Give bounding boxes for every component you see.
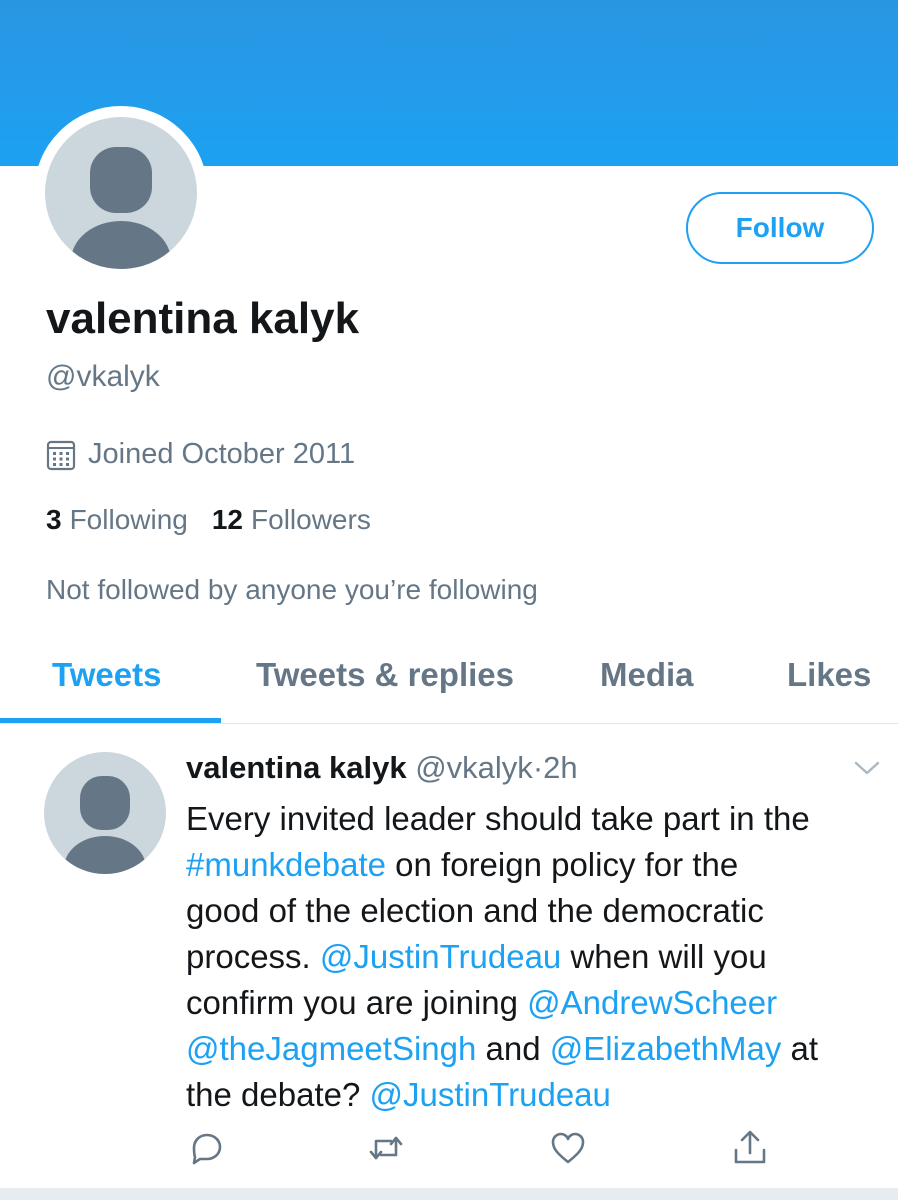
tweet-text-line: confirm you are joining @AndrewScheer bbox=[186, 980, 886, 1026]
tweet-text-segment: the debate? bbox=[186, 1076, 370, 1113]
follow-button[interactable]: Follow bbox=[686, 192, 874, 264]
timeline-divider bbox=[0, 1188, 898, 1200]
tweet-text-line: Every invited leader should take part in… bbox=[186, 796, 886, 842]
tweet-text-segment: good of the election and the democratic bbox=[186, 892, 764, 929]
tab-tweets-replies[interactable]: Tweets & replies bbox=[256, 656, 514, 694]
calendar-icon bbox=[46, 440, 76, 470]
tweet-author-handle[interactable]: @vkalyk bbox=[415, 750, 533, 785]
chevron-down-icon[interactable] bbox=[852, 756, 882, 780]
tweet-author-name[interactable]: valentina kalyk bbox=[186, 750, 407, 785]
profile-tabs: Tweets Tweets & replies Media Likes bbox=[0, 640, 898, 724]
heart-icon[interactable] bbox=[548, 1128, 588, 1168]
tweet-text-segment: on foreign policy for the bbox=[385, 846, 739, 883]
tweet-text-segment: process. bbox=[186, 938, 320, 975]
tweet-time[interactable]: 2h bbox=[543, 750, 577, 785]
profile-name: valentina kalyk bbox=[46, 294, 360, 343]
avatar-body-shape bbox=[64, 836, 146, 874]
following-link[interactable]: 3 Following bbox=[46, 504, 188, 536]
profile-handle: @vkalyk bbox=[46, 360, 160, 393]
tweet-text-segment: and bbox=[476, 1030, 550, 1067]
tweet-text-segment: when will you bbox=[561, 938, 767, 975]
tweet-text-segment: Every invited leader should take part in… bbox=[186, 800, 810, 837]
follow-stats: 3 Following 12 Followers bbox=[46, 504, 371, 536]
followers-link[interactable]: 12 Followers bbox=[212, 504, 371, 536]
tweet-text-line: process. @JustinTrudeau when will you bbox=[186, 934, 886, 980]
followers-label: Followers bbox=[251, 504, 371, 535]
tweet-text-line: good of the election and the democratic bbox=[186, 888, 886, 934]
followers-count: 12 bbox=[211, 504, 244, 535]
mention-link[interactable]: @JustinTrudeau bbox=[320, 938, 561, 975]
mention-link[interactable]: @AndrewScheer bbox=[527, 984, 777, 1021]
mention-link[interactable]: @ElizabethMay bbox=[550, 1030, 782, 1067]
retweet-icon[interactable] bbox=[366, 1128, 406, 1168]
tweet-text-line: #munkdebate on foreign policy for the bbox=[186, 842, 886, 888]
tweet-text: Every invited leader should take part in… bbox=[186, 796, 886, 1118]
tab-tweets[interactable]: Tweets bbox=[52, 656, 161, 694]
tweet-text-line: @theJagmeetSingh and @ElizabethMay at bbox=[186, 1026, 886, 1072]
joined-text: Joined October 2011 bbox=[88, 438, 356, 470]
tweet-text-segment: at bbox=[781, 1030, 819, 1067]
avatar-head-shape bbox=[80, 776, 130, 830]
mention-link[interactable]: @JustinTrudeau bbox=[370, 1076, 611, 1113]
mutual-followers-note: Not followed by anyone you’re following bbox=[46, 574, 538, 605]
mention-link[interactable]: @theJagmeetSingh bbox=[186, 1030, 476, 1067]
reply-icon[interactable] bbox=[186, 1128, 226, 1168]
tab-media[interactable]: Media bbox=[600, 656, 694, 694]
tweet-actions bbox=[0, 1128, 898, 1172]
tweet-avatar[interactable] bbox=[44, 752, 166, 874]
joined-date: Joined October 2011 bbox=[46, 438, 355, 471]
share-icon[interactable] bbox=[730, 1128, 770, 1168]
tab-likes[interactable]: Likes bbox=[787, 656, 871, 694]
profile-avatar[interactable] bbox=[45, 117, 197, 269]
following-count: 3 bbox=[46, 504, 62, 535]
avatar-body-shape bbox=[71, 221, 171, 269]
tweet-text-line: the debate? @JustinTrudeau bbox=[186, 1072, 886, 1118]
tweet-separator: · bbox=[532, 750, 544, 785]
hashtag-link[interactable]: #munkdebate bbox=[186, 846, 386, 883]
tweet-text-segment: confirm you are joining bbox=[186, 984, 528, 1021]
following-label: Following bbox=[69, 504, 188, 535]
avatar-head-shape bbox=[90, 147, 152, 213]
active-tab-indicator bbox=[0, 718, 221, 723]
tweet-header: valentina kalyk @vkalyk·2h bbox=[186, 750, 578, 786]
